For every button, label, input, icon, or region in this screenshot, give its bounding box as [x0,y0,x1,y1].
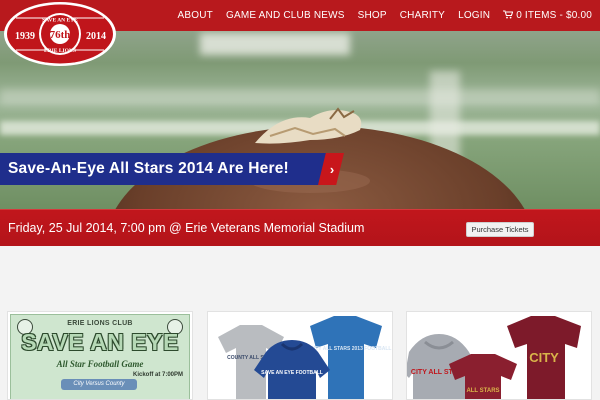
city-apparel-image: CITY ALL STARS CITY ALL STARS [407,316,581,399]
nav-login[interactable]: LOGIN [458,10,490,21]
nav-about[interactable]: ABOUT [178,10,213,21]
nav-shop[interactable]: SHOP [358,10,387,21]
logo-name-bottom: ERIE LIONS [44,48,76,54]
chevron-right-icon: › [329,161,335,177]
site-logo[interactable]: 76th 1939 2014 SAVE AN EYE ERIE LIONS [2,0,120,72]
hero-caption[interactable]: Save-An-Eye All Stars 2014 Are Here! [0,153,330,185]
product-card-county-apparel[interactable]: COUNTY ALL STARS COUNTY ALL STARS 2013 F… [207,311,393,400]
hero-caption-text: Save-An-Eye All Stars 2014 Are Here! [8,160,289,177]
product-card-poster[interactable]: ERIE LIONS CLUB SAVE AN EYE All Star Foo… [7,311,193,400]
poster-kickoff: Kickoff at 7:00PM [132,372,183,378]
county-apparel-image: COUNTY ALL STARS COUNTY ALL STARS 2013 F… [218,316,391,399]
logo-name-top: SAVE AN EYE [42,18,78,24]
hoodie-print: SAVE AN EYE FOOTBALL [261,370,323,376]
nav-cart[interactable]: 0 ITEMS - $0.00 [503,9,592,22]
poster-club-name: ERIE LIONS CLUB [67,320,133,327]
poster-subtitle: All Star Football Game [56,359,144,369]
poster-matchup: City Versus County [61,379,137,390]
logo-year-left: 1939 [15,31,35,42]
product-card-city-apparel[interactable]: CITY ALL STARS CITY ALL STARS [406,311,592,400]
poster-title: SAVE AN EYE [21,329,179,355]
tee2-print: ALL STARS [466,388,499,394]
nav-charity[interactable]: CHARITY [400,10,445,21]
main-nav: ABOUT GAME AND CLUB NEWS SHOP CHARITY LO… [165,0,592,31]
purchase-tickets-button[interactable]: Purchase Tickets [466,222,534,237]
logo-year-right: 2014 [86,31,106,42]
game-poster-image: ERIE LIONS CLUB SAVE AN EYE All Star Foo… [10,314,190,399]
cart-summary: 0 ITEMS - $0.00 [516,10,592,21]
tee-print: CITY [529,350,559,365]
nav-game-and-club-news[interactable]: GAME AND CLUB NEWS [226,10,345,21]
cart-icon [503,9,514,22]
event-bar: Friday, 25 Jul 2014, 7:00 pm @ Erie Vete… [0,209,600,246]
logo-edition: 76th [50,29,71,41]
event-details: Friday, 25 Jul 2014, 7:00 pm @ Erie Vete… [8,221,365,235]
